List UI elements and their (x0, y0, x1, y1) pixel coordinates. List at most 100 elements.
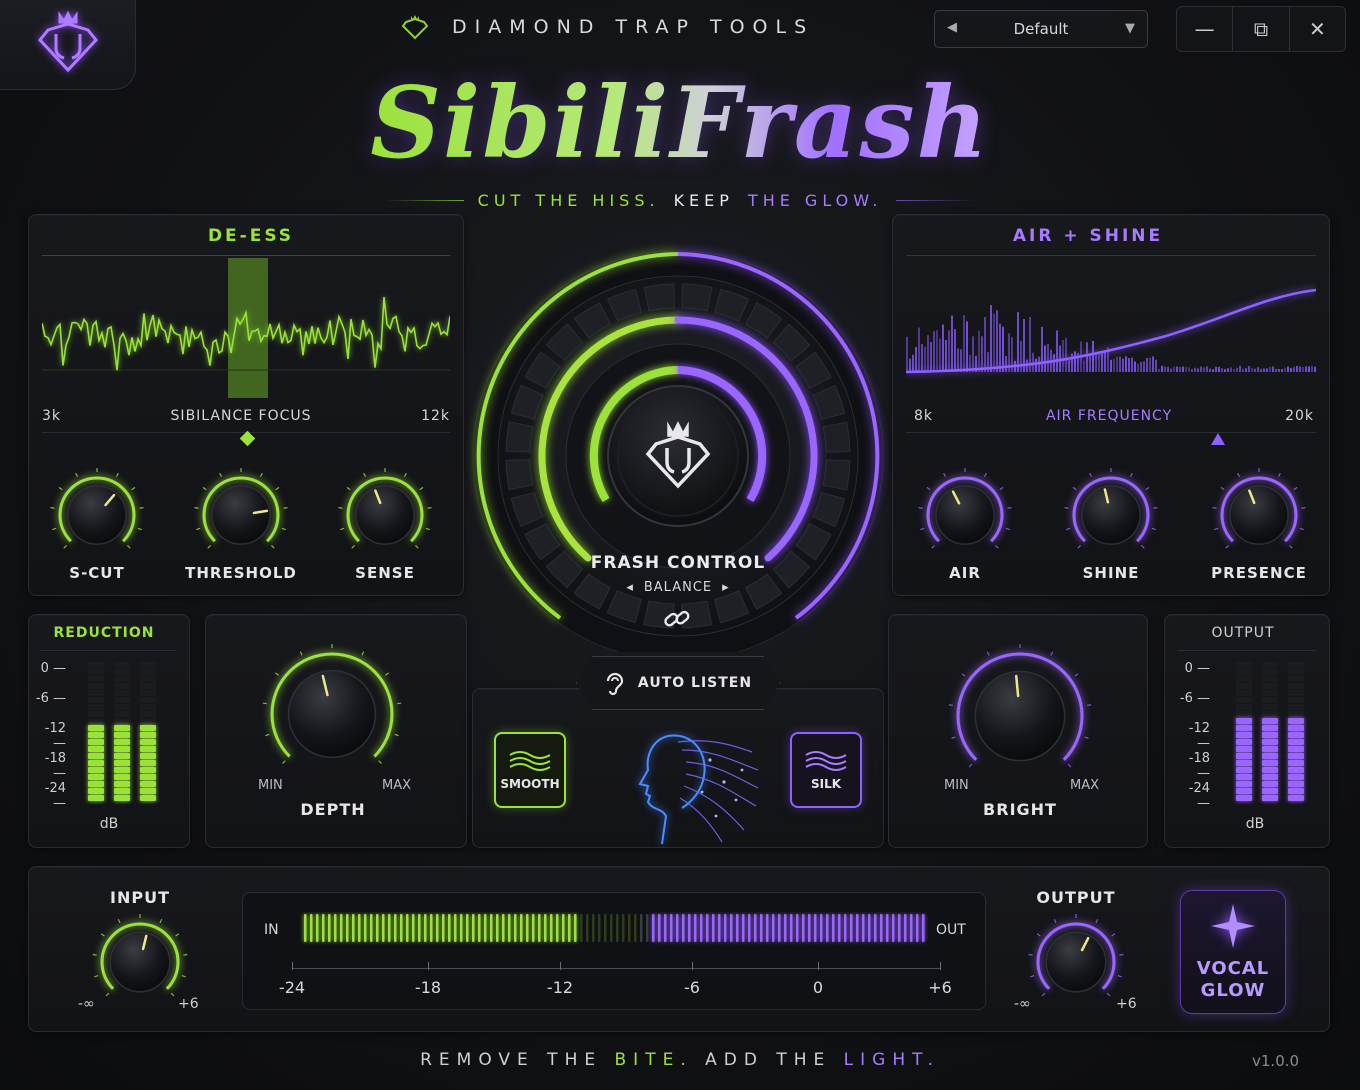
output-meter-segment (1288, 704, 1304, 710)
wave-icon (509, 751, 551, 771)
de-ess-title: DE-ESS (207, 226, 295, 246)
preset-name: Default (1013, 20, 1069, 38)
reduction-segment (140, 739, 156, 745)
balance-right-icon[interactable]: ▸ (722, 580, 730, 595)
deess-range-label: SIBILANCE FOCUS (170, 408, 312, 424)
sibilance-waveform[interactable] (42, 258, 450, 398)
output-meter-segment (1262, 739, 1278, 745)
meter-scale-tick (692, 962, 693, 970)
sense-knob[interactable] (338, 468, 432, 562)
reduction-segment (88, 683, 104, 689)
output-meter-segment (1236, 704, 1252, 710)
tagline: CUT THE HISS. KEEP THE GLOW. (380, 188, 980, 212)
meter-scale-label: -12 (546, 978, 574, 997)
depth-max: MAX (382, 778, 412, 793)
ear-icon (606, 672, 624, 696)
reduction-segment (88, 725, 104, 731)
reduction-segment (114, 760, 130, 766)
output-meter-segment (1288, 774, 1304, 780)
link-icon[interactable] (662, 606, 692, 632)
close-button[interactable]: ✕ (1290, 7, 1345, 51)
reduction-segment (88, 760, 104, 766)
output-meter-tick: 0 — (1184, 661, 1210, 676)
reduction-segment (114, 669, 130, 675)
reduction-segment (140, 676, 156, 682)
footer-tagline: REMOVE THE BITE. ADD THE LIGHT. (420, 1050, 940, 1070)
depth-min: MIN (258, 778, 283, 793)
reduction-segment (88, 662, 104, 668)
output-meter-segment (1288, 697, 1304, 703)
meter-scale-tick (940, 962, 941, 970)
shine-knob[interactable] (1064, 468, 1158, 562)
input-knob[interactable] (92, 914, 188, 1010)
output-meter-unit: dB (1245, 816, 1265, 832)
output-meter-segment (1288, 781, 1304, 787)
reduction-segment (140, 683, 156, 689)
balance-left-icon[interactable]: ◂ (626, 580, 634, 595)
maximize-button[interactable]: ⧉ (1233, 7, 1290, 51)
meter-scale-label: -18 (414, 978, 442, 997)
smooth-button[interactable]: SMOOTH (494, 732, 566, 808)
reduction-tick: -24 — (44, 781, 66, 811)
output-meter-segment (1236, 683, 1252, 689)
air-knob[interactable] (918, 468, 1012, 562)
reduction-segment (88, 753, 104, 759)
reduction-segment (140, 711, 156, 717)
reduction-segment (114, 704, 130, 710)
reduction-tick: -18 — (44, 751, 66, 781)
output-meter-segment (1236, 718, 1252, 724)
output-meter-segment (1262, 718, 1278, 724)
bright-label: BRIGHT (983, 800, 1057, 819)
minimize-button[interactable]: — (1177, 7, 1234, 51)
output-meter-segment (1262, 732, 1278, 738)
reduction-segment (114, 774, 130, 780)
s-cut-knob[interactable] (50, 468, 144, 562)
vocal-face-icon (638, 734, 759, 845)
output-label: OUTPUT (1036, 888, 1116, 907)
air-spectrum[interactable] (906, 258, 1316, 398)
output-meter-segment (1262, 683, 1278, 689)
output-meter-segment (1236, 774, 1252, 780)
auto-listen-button[interactable]: AUTO LISTEN (576, 656, 780, 710)
reduction-segment (88, 788, 104, 794)
output-meter-segment (1236, 767, 1252, 773)
chevron-down-icon[interactable]: ▼ (1125, 21, 1135, 36)
output-meter-tick: -24 — (1188, 781, 1210, 811)
reduction-segment (140, 788, 156, 794)
reduction-segment (140, 774, 156, 780)
reduction-title: REDUCTION (53, 625, 155, 641)
output-min: -∞ (1014, 996, 1031, 1012)
output-meter-segment (1288, 690, 1304, 696)
air-label: AIR (949, 564, 981, 582)
reduction-segment (140, 732, 156, 738)
output-meter-segment (1262, 690, 1278, 696)
io-meter-panel (242, 892, 986, 1010)
presence-knob[interactable] (1212, 468, 1306, 562)
bright-knob[interactable] (948, 644, 1092, 788)
app-logo[interactable] (0, 0, 136, 90)
reduction-segment (88, 690, 104, 696)
bright-max: MAX (1070, 778, 1100, 793)
meter-out-label: OUT (936, 922, 966, 938)
preset-prev-icon[interactable]: ◀ (947, 20, 957, 35)
threshold-knob[interactable] (194, 468, 288, 562)
output-meter-segment (1262, 781, 1278, 787)
reduction-segment (114, 662, 130, 668)
output-meter-segment (1262, 788, 1278, 794)
silk-button[interactable]: SILK (790, 732, 862, 808)
sense-label: SENSE (355, 564, 415, 582)
output-meter-segment (1236, 760, 1252, 766)
reduction-segment (88, 697, 104, 703)
balance-label: BALANCE (643, 580, 713, 595)
meter-scale-tick (292, 962, 293, 970)
preset-selector[interactable]: ◀ Default ▼ (934, 10, 1148, 48)
depth-knob[interactable] (262, 644, 402, 784)
air-min: 8k (914, 408, 934, 424)
output-meter-tick: -12 — (1188, 721, 1210, 751)
output-meter-segment (1288, 711, 1304, 717)
vocal-glow-button[interactable]: VOCAL GLOW (1180, 890, 1286, 1014)
output-meter-segment (1262, 669, 1278, 675)
air-frequency-handle[interactable] (1211, 433, 1225, 445)
output-knob[interactable] (1028, 914, 1124, 1010)
output-meter-segment (1288, 683, 1304, 689)
